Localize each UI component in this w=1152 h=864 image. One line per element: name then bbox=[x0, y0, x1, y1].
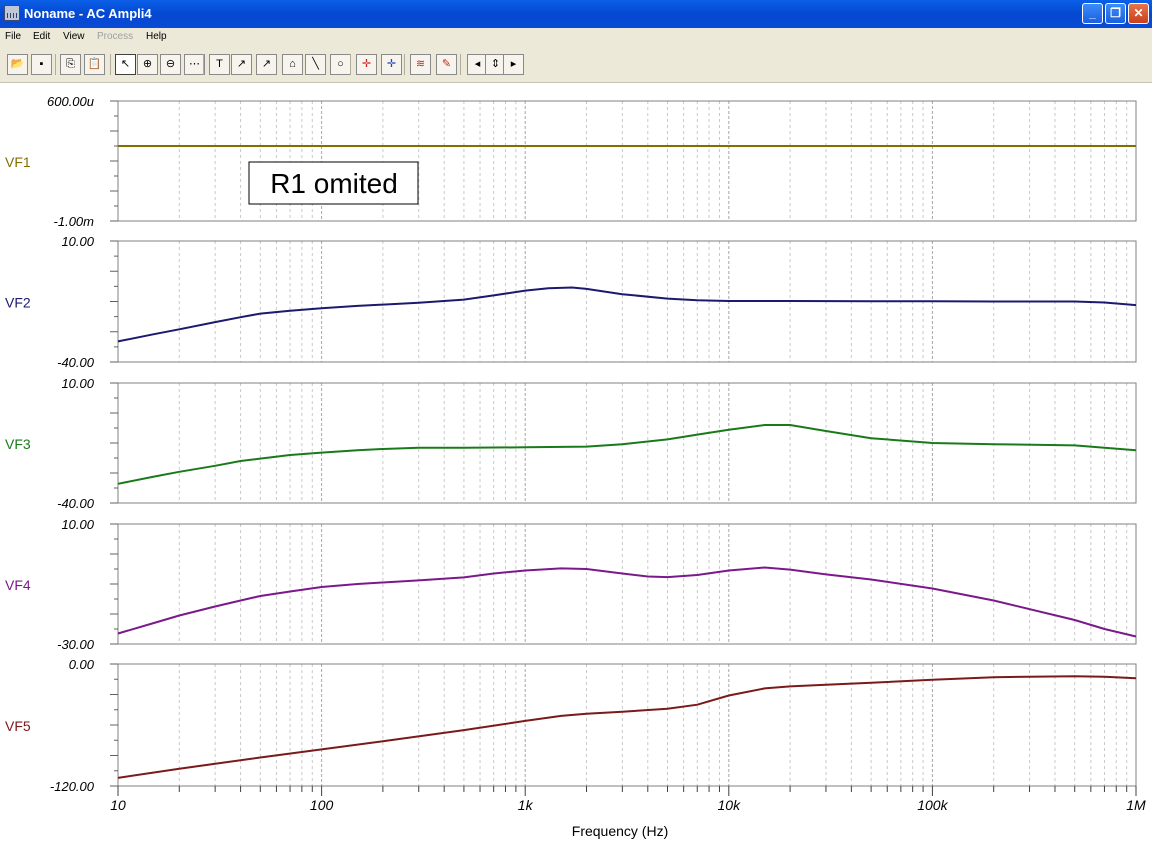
x-tick-label: 1k bbox=[518, 797, 534, 813]
open-icon[interactable]: 📂 bbox=[7, 54, 28, 75]
y-top-label: 10.00 bbox=[61, 517, 94, 532]
zoom-100-icon[interactable]: ⊖ bbox=[160, 54, 181, 75]
probe-icon[interactable]: ✎ bbox=[436, 54, 457, 75]
y-top-label: 600.00u bbox=[47, 94, 94, 109]
line-icon[interactable]: ╲ bbox=[305, 54, 326, 75]
cursor-b-icon[interactable]: ✛ bbox=[381, 54, 402, 75]
series-vf3 bbox=[117, 424, 1137, 485]
y-bottom-label: -1.00m bbox=[54, 214, 95, 229]
grid-icon[interactable]: ⋯ bbox=[184, 54, 205, 75]
series-vf4 bbox=[117, 566, 1137, 638]
panel-label-vf1: VF1 bbox=[5, 154, 31, 170]
annotation-text: R1 omited bbox=[270, 168, 398, 199]
y-top-label: 10.00 bbox=[61, 376, 94, 391]
x-tick-label: 100k bbox=[917, 797, 948, 813]
x-tick-label: 10k bbox=[718, 797, 742, 813]
copy-icon[interactable]: ⎘ bbox=[60, 54, 81, 75]
pointer-icon[interactable]: ↖ bbox=[115, 54, 136, 75]
toolbar-separator bbox=[460, 54, 461, 75]
y-bottom-label: -30.00 bbox=[57, 637, 95, 652]
maximize-button[interactable]: ❐ bbox=[1105, 3, 1126, 24]
y-bottom-label: -120.00 bbox=[50, 779, 95, 794]
paste-icon[interactable]: 📋 bbox=[84, 54, 105, 75]
marker-a-icon[interactable]: ↗ bbox=[231, 54, 252, 75]
curves-icon[interactable]: ≋ bbox=[410, 54, 431, 75]
y-top-label: 0.00 bbox=[69, 657, 95, 672]
minimize-button[interactable]: _ bbox=[1082, 3, 1103, 24]
toolbar-separator bbox=[350, 54, 351, 75]
panel-frame bbox=[117, 663, 1137, 787]
toolbar-separator bbox=[404, 54, 405, 75]
toolbar-separator bbox=[110, 54, 111, 75]
x-tick-label: 10 bbox=[110, 797, 126, 813]
toolbar-separator bbox=[203, 54, 204, 75]
app-icon[interactable] bbox=[4, 5, 20, 21]
circle-icon[interactable]: ○ bbox=[330, 54, 351, 75]
title-bar: Noname - AC Ampli4 _ ❐ ✕ bbox=[0, 0, 1152, 28]
x-tick-label: 1M bbox=[1126, 797, 1146, 813]
toolbar-separator bbox=[55, 54, 56, 75]
toolbar: 📂 ▪ ⎘ 📋 ↖ ⊕ ⊖ ⋯ T ↗ ↗ ⌂ ╲ ○ ✛ ✛ ≋ ✎ ◂ ⇕ ▸ bbox=[0, 46, 1152, 83]
zoom-in-icon[interactable]: ⊕ bbox=[137, 54, 158, 75]
close-button[interactable]: ✕ bbox=[1128, 3, 1149, 24]
bode-plot: 600.00u -1.00m VF1 10.00 -40.00 VF2 10.00 -40.0… bbox=[5, 94, 1146, 839]
text-icon[interactable]: T bbox=[209, 54, 230, 75]
y-top-label: 10.00 bbox=[61, 234, 94, 249]
x-tick-label: 100 bbox=[310, 797, 334, 813]
marker-b-icon[interactable]: ↗ bbox=[256, 54, 277, 75]
x-axis-label: Frequency (Hz) bbox=[572, 823, 668, 839]
y-bottom-label: -40.00 bbox=[57, 496, 95, 511]
save-icon[interactable]: ▪ bbox=[31, 54, 52, 75]
menu-file[interactable]: File bbox=[5, 31, 21, 42]
panel-label-vf3: VF3 bbox=[5, 436, 31, 452]
y-bottom-label: -40.00 bbox=[57, 355, 95, 370]
window-title: Noname - AC Ampli4 bbox=[24, 6, 152, 21]
cursor-a-icon[interactable]: ✛ bbox=[356, 54, 377, 75]
marker-c-icon[interactable]: ⌂ bbox=[282, 54, 303, 75]
menu-edit[interactable]: Edit bbox=[33, 31, 50, 42]
panel-frame bbox=[117, 523, 1137, 645]
panel-label-vf2: VF2 bbox=[5, 295, 31, 311]
menu-bar: File Edit View Process Help bbox=[0, 28, 1152, 46]
menu-view[interactable]: View bbox=[63, 31, 85, 42]
series-vf2 bbox=[117, 286, 1137, 343]
series-vf5 bbox=[117, 675, 1137, 779]
step-right-icon[interactable]: ▸ bbox=[503, 54, 524, 75]
panel-label-vf4: VF4 bbox=[5, 577, 31, 593]
menu-process[interactable]: Process bbox=[97, 31, 133, 42]
menu-help[interactable]: Help bbox=[146, 31, 167, 42]
panel-label-vf5: VF5 bbox=[5, 718, 31, 734]
